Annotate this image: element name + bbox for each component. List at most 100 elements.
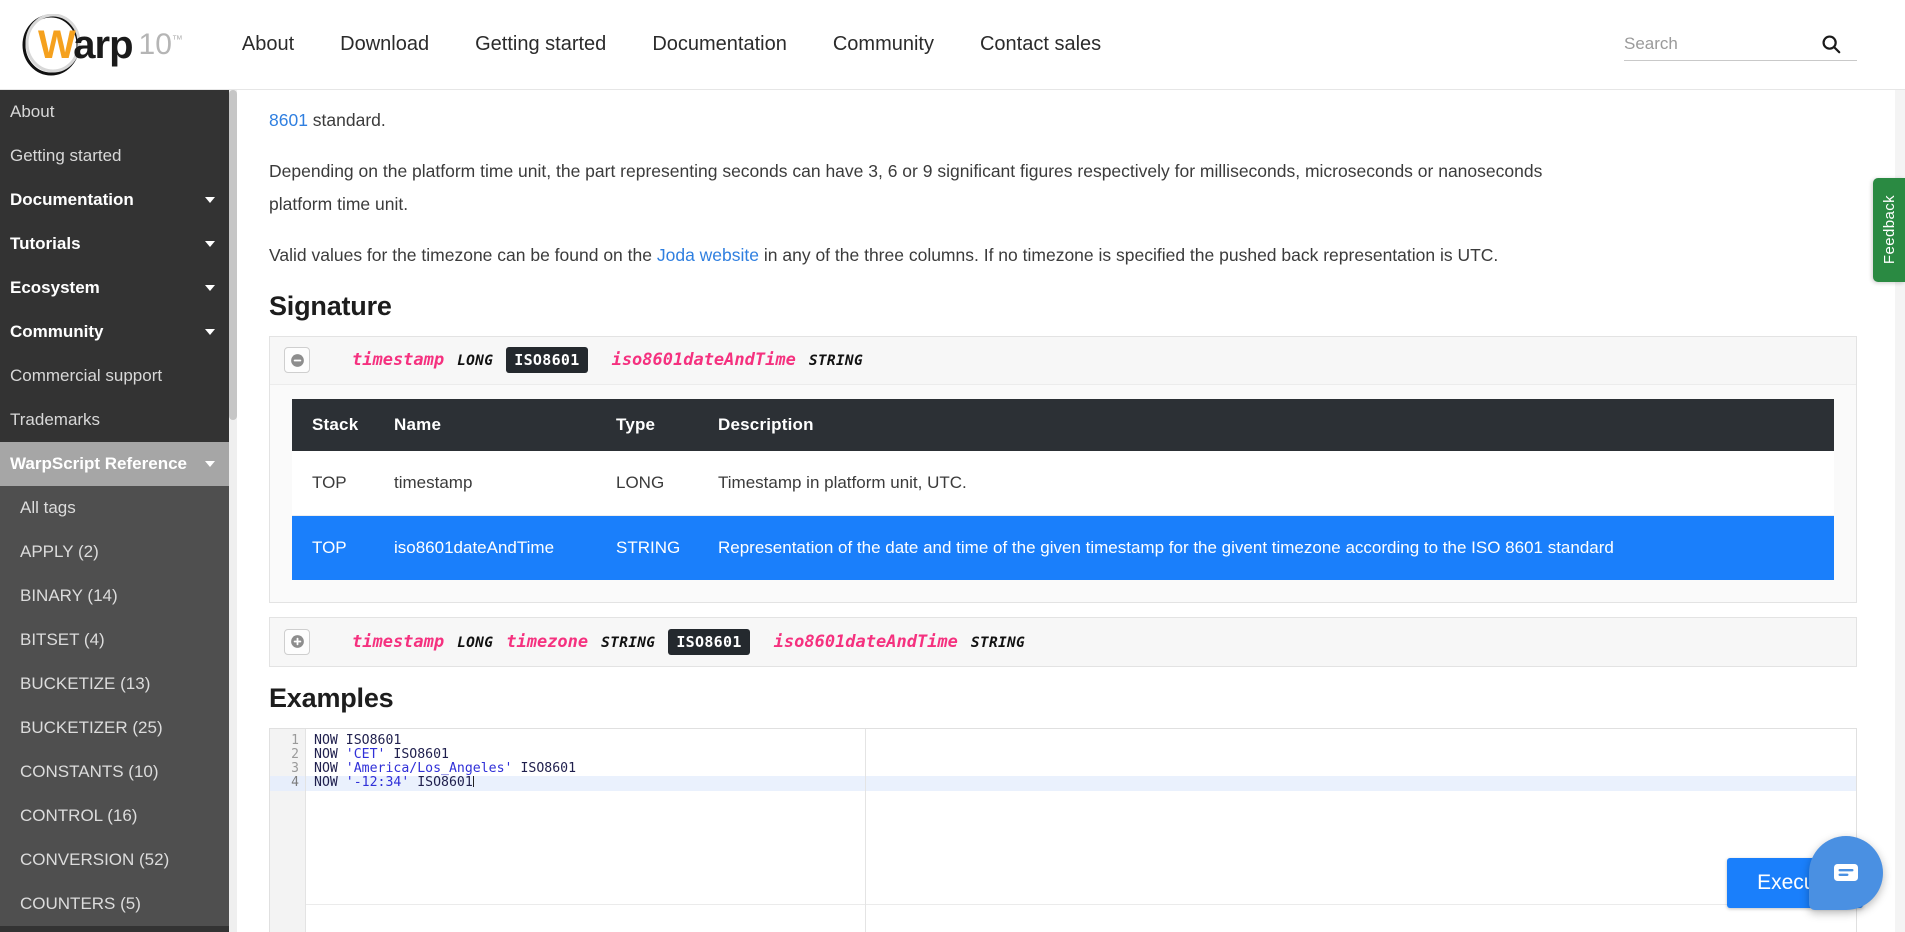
sidebar-scrollbar-thumb[interactable] bbox=[229, 90, 237, 420]
sidebar-sublabel: BUCKETIZER (25) bbox=[20, 718, 163, 737]
sidebar-sublabel: All tags bbox=[20, 498, 76, 517]
sidebar-label: Commercial support bbox=[10, 366, 163, 385]
sidebar-submenu-warpscript: All tags APPLY (2) BINARY (14) BITSET (4… bbox=[0, 486, 237, 926]
col-header-description: Description bbox=[708, 398, 1834, 451]
sidebar-label: Community bbox=[10, 322, 104, 341]
cell-type: STRING bbox=[606, 515, 708, 580]
chevron-down-icon bbox=[205, 241, 215, 247]
line-number: 3 bbox=[291, 761, 299, 777]
sidebar-subitem-binary[interactable]: BINARY (14) bbox=[0, 574, 237, 618]
sidebar-label: Tutorials bbox=[10, 234, 81, 253]
timezone-text-before: Valid values for the timezone can be fou… bbox=[269, 245, 657, 266]
link-joda-website[interactable]: Joda website bbox=[657, 245, 759, 265]
nav-item-download[interactable]: Download bbox=[317, 23, 452, 66]
sidebar-sublabel: BITSET (4) bbox=[20, 630, 105, 649]
logo-arp: arp bbox=[73, 22, 133, 67]
code-line-3: NOW 'America/Los_Angeles' ISO8601 bbox=[314, 761, 577, 777]
chevron-down-icon bbox=[205, 285, 215, 291]
timezone-text-after: in any of the three columns. If no timez… bbox=[759, 245, 1499, 266]
line-number: 1 bbox=[291, 732, 299, 748]
link-8601[interactable]: 8601 bbox=[269, 110, 308, 130]
signature-1-table-head: Stack Name Type Description bbox=[292, 398, 1834, 451]
nav-item-about[interactable]: About bbox=[219, 23, 317, 66]
logo-w: W bbox=[38, 22, 74, 67]
minus-circle-icon[interactable] bbox=[284, 347, 310, 373]
sig2-token-long: LONG bbox=[457, 634, 494, 651]
cell-name: iso8601dateAndTime bbox=[384, 515, 606, 580]
sidebar-label: Getting started bbox=[10, 146, 122, 165]
text-cursor bbox=[472, 776, 474, 788]
sidebar-item-warpscript-reference[interactable]: WarpScript Reference bbox=[0, 442, 237, 486]
sig1-token-long: LONG bbox=[457, 353, 494, 369]
sidebar-item-commercial-support[interactable]: Commercial support bbox=[0, 354, 237, 398]
sig1-token-result: iso8601dateAndTime bbox=[611, 350, 796, 370]
chevron-down-icon bbox=[205, 461, 215, 467]
chat-bubble-icon[interactable] bbox=[1809, 836, 1883, 910]
search-input[interactable] bbox=[1624, 33, 1820, 54]
content-inner: 8601 standard. Depending on the platform… bbox=[237, 90, 1905, 932]
signature-1-table: Stack Name Type Description TOP timestam… bbox=[292, 398, 1834, 580]
sig1-token-timestamp: timestamp bbox=[352, 350, 445, 370]
site-logo[interactable]: Warp 10™ bbox=[20, 13, 183, 76]
sidebar-scrollbar-track[interactable] bbox=[229, 90, 237, 932]
sidebar-sublabel: CONVERSION (52) bbox=[20, 850, 170, 869]
main-navigation: About Download Getting started Documenta… bbox=[219, 23, 1124, 66]
nav-item-documentation[interactable]: Documentation bbox=[629, 23, 810, 66]
editor-horizontal-divider bbox=[306, 903, 1856, 905]
sidebar-item-community[interactable]: Community bbox=[0, 310, 237, 354]
signature-2-header[interactable]: timestamp LONG timezone STRING ISO8601 i… bbox=[270, 617, 1856, 666]
cell-description: Representation of the date and time of t… bbox=[708, 515, 1834, 580]
heading-examples: Examples bbox=[269, 682, 394, 713]
code-line-4-active: NOW '-12:34' ISO8601 bbox=[306, 776, 1856, 791]
table-row-highlighted[interactable]: TOP iso8601dateAndTime STRING Representa… bbox=[292, 515, 1834, 580]
cell-name: timestamp bbox=[384, 450, 606, 516]
sig2-token-timezone: timezone bbox=[506, 631, 589, 652]
signature-1-header[interactable]: timestamp LONG ISO8601 iso8601dateAndTim… bbox=[270, 336, 1856, 385]
sidebar-subitem-bitset[interactable]: BITSET (4) bbox=[0, 618, 237, 662]
plus-circle-icon[interactable] bbox=[284, 628, 310, 655]
sidebar-subitem-conversion[interactable]: CONVERSION (52) bbox=[0, 838, 237, 882]
paragraph-platform-time-unit: Depending on the platform time unit, the… bbox=[269, 161, 1543, 214]
sig2-token-result: iso8601dateAndTime bbox=[773, 631, 958, 652]
sidebar-label: Ecosystem bbox=[10, 278, 100, 297]
sidebar-subitem-bucketizer[interactable]: BUCKETIZER (25) bbox=[0, 706, 237, 750]
sidebar-item-ecosystem[interactable]: Ecosystem bbox=[0, 266, 237, 310]
sidebar-item-getting-started[interactable]: Getting started bbox=[0, 134, 237, 178]
nav-item-contact-sales[interactable]: Contact sales bbox=[957, 23, 1124, 66]
table-row[interactable]: TOP timestamp LONG Timestamp in platform… bbox=[292, 450, 1834, 516]
sidebar-item-trademarks[interactable]: Trademarks bbox=[0, 398, 237, 442]
signature-2-tokens: timestamp LONG timezone STRING ISO8601 i… bbox=[352, 628, 1038, 655]
sidebar-subitem-bucketize[interactable]: BUCKETIZE (13) bbox=[0, 662, 237, 706]
search-icon[interactable] bbox=[1820, 33, 1842, 55]
editor-code-area[interactable]: NOW ISO8601 NOW 'CET' ISO8601 NOW 'Ameri… bbox=[306, 729, 1856, 932]
sidebar-subitem-constants[interactable]: CONSTANTS (10) bbox=[0, 750, 237, 794]
sidebar-sublabel: BINARY (14) bbox=[20, 586, 118, 605]
sig2-token-string-out: STRING bbox=[970, 634, 1026, 651]
sidebar-subitem-apply[interactable]: APPLY (2) bbox=[0, 530, 237, 574]
sig1-token-string: STRING bbox=[808, 353, 863, 369]
sidebar-subitem-all-tags[interactable]: All tags bbox=[0, 486, 237, 530]
sig1-token-iso8601: ISO8601 bbox=[506, 347, 588, 373]
paragraph-timezone: Valid values for the timezone can be fou… bbox=[269, 239, 1569, 271]
nav-item-getting-started[interactable]: Getting started bbox=[452, 23, 629, 66]
cell-stack: TOP bbox=[292, 515, 384, 580]
main-content: 8601 standard. Depending on the platform… bbox=[237, 90, 1905, 932]
signature-block-1: timestamp LONG ISO8601 iso8601dateAndTim… bbox=[269, 335, 1857, 603]
nav-item-community[interactable]: Community bbox=[810, 23, 957, 66]
sidebar-label: About bbox=[10, 102, 55, 121]
sidebar-item-tutorials[interactable]: Tutorials bbox=[0, 222, 237, 266]
heading-signature: Signature bbox=[269, 290, 392, 321]
code-editor[interactable]: 1 2 3 4 NOW ISO8601 NOW 'CET' ISO8601 NO… bbox=[269, 727, 1857, 932]
sidebar-item-about[interactable]: About bbox=[0, 90, 237, 134]
sidebar-sublabel: CONTROL (16) bbox=[20, 806, 138, 825]
sidebar-subitem-control[interactable]: CONTROL (16) bbox=[0, 794, 237, 838]
sidebar-label: Documentation bbox=[10, 190, 134, 209]
code-line-2: NOW 'CET' ISO8601 bbox=[314, 746, 449, 762]
sidebar-subitem-counters[interactable]: COUNTERS (5) bbox=[0, 882, 237, 926]
sidebar-item-documentation[interactable]: Documentation bbox=[0, 178, 237, 222]
col-header-stack: Stack bbox=[292, 398, 384, 451]
search-container bbox=[1624, 27, 1857, 61]
feedback-tab[interactable]: Feedback bbox=[1873, 178, 1905, 282]
chevron-down-icon bbox=[205, 197, 215, 203]
table-header-row: Stack Name Type Description bbox=[292, 398, 1834, 451]
